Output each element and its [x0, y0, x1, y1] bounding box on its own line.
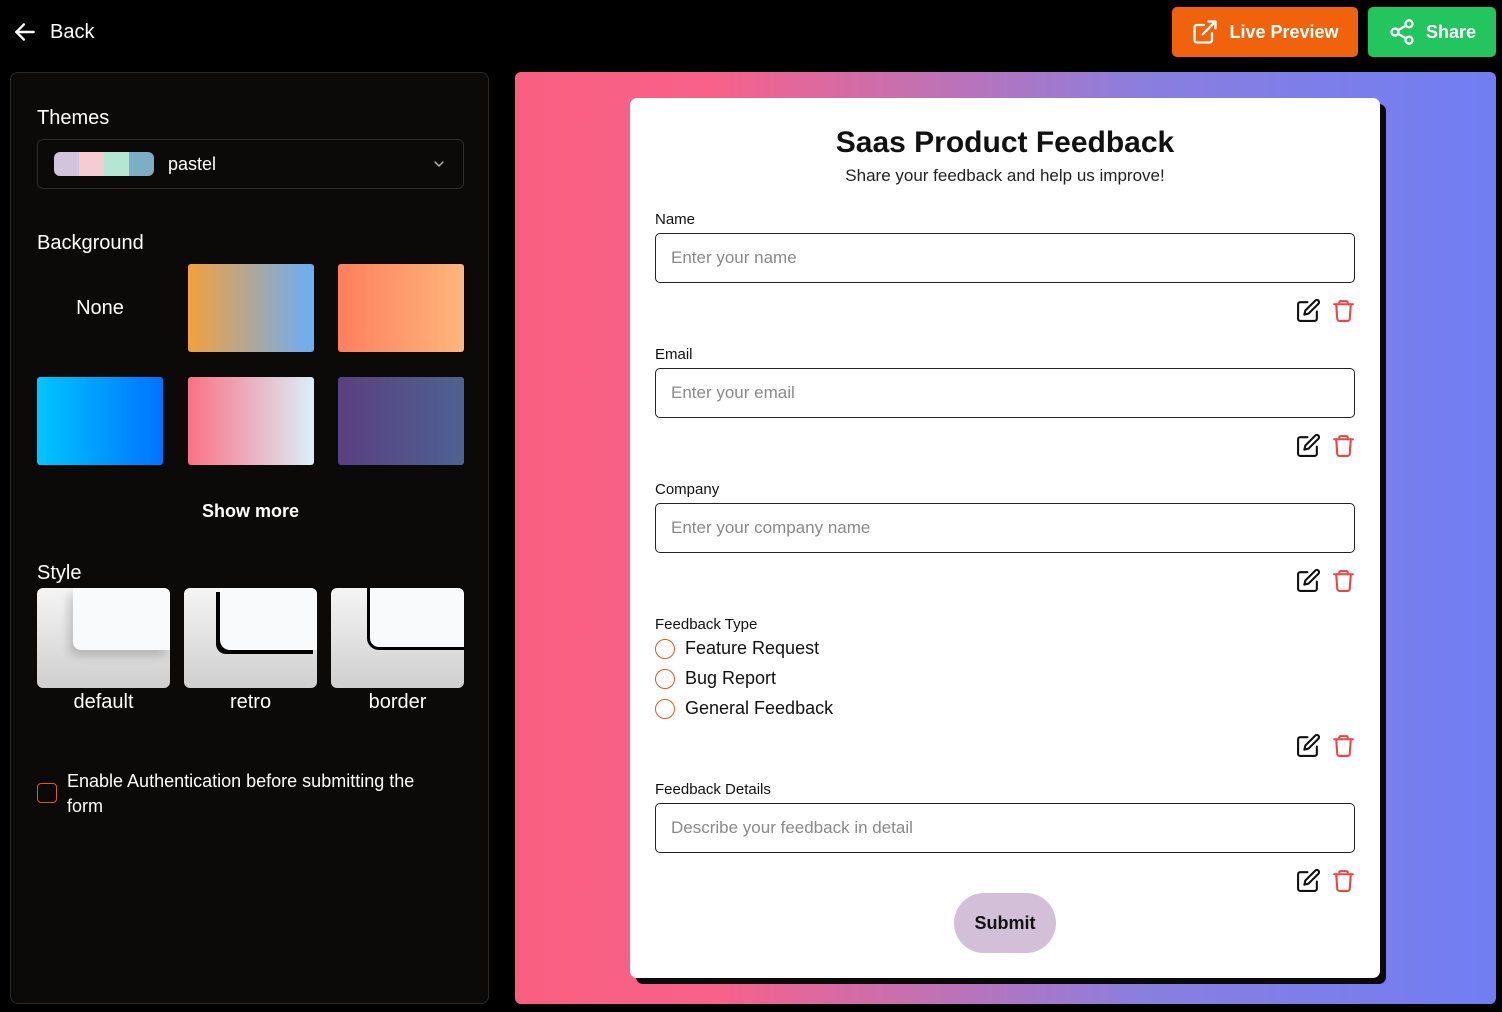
style-label-retro: retro: [229, 691, 272, 713]
back-button[interactable]: Back: [12, 16, 94, 48]
name-field-actions: [1296, 298, 1356, 323]
background-gradient-option[interactable]: [338, 377, 464, 465]
edit-icon[interactable]: [1296, 868, 1321, 893]
show-more-button[interactable]: Show more: [11, 501, 490, 522]
radio-option[interactable]: Bug Report: [655, 668, 776, 689]
radio-circle: [655, 668, 675, 689]
radio-option-label: Feature Request: [685, 638, 820, 658]
share-icon: [1390, 19, 1414, 45]
radio-option-label: Bug Report: [685, 668, 777, 688]
radio-circle: [655, 698, 675, 719]
style-preview: [73, 588, 170, 650]
style-preview: [220, 588, 317, 650]
theme-swatch: [104, 152, 129, 176]
background-none-label: None: [76, 296, 124, 319]
details-field-actions: [1296, 868, 1356, 893]
background-title: Background: [37, 232, 144, 254]
radio-option[interactable]: General Feedback: [655, 698, 833, 719]
style-option-default[interactable]: [37, 588, 170, 688]
feedback-details-label: Feedback Details: [655, 781, 771, 798]
edit-icon[interactable]: [1296, 568, 1321, 593]
form-subtitle: Share your feedback and help us improve!: [845, 166, 1165, 185]
background-gradient-option[interactable]: [338, 264, 464, 352]
radio-option-label: General Feedback: [685, 698, 834, 718]
style-label-default: default: [73, 691, 134, 713]
company-input[interactable]: [655, 503, 1355, 553]
trash-icon[interactable]: [1331, 868, 1356, 893]
feedback-type-label: Feedback Type: [655, 616, 758, 633]
background-none-option[interactable]: None: [37, 264, 163, 352]
name-input[interactable]: [655, 233, 1355, 283]
theme-swatch: [129, 152, 154, 176]
back-label: Back: [50, 20, 95, 43]
edit-icon[interactable]: [1296, 733, 1321, 758]
trash-icon[interactable]: [1331, 433, 1356, 458]
external-link-icon: [1193, 20, 1218, 44]
form-title: Saas Product Feedback: [835, 126, 1175, 159]
theme-swatches: [54, 152, 154, 176]
theme-select[interactable]: pastel: [37, 139, 464, 189]
live-preview-label: Live Preview: [1229, 21, 1339, 42]
trash-icon[interactable]: [1331, 568, 1356, 593]
company-label: Company: [655, 481, 720, 498]
background-gradient-option[interactable]: [37, 377, 163, 465]
email-label: Email: [655, 346, 693, 363]
edit-icon[interactable]: [1296, 298, 1321, 323]
name-label: Name: [655, 211, 696, 228]
theme-selected-label: pastel: [168, 153, 217, 174]
radio-circle: [655, 638, 675, 659]
background-gradient-option[interactable]: [188, 264, 314, 352]
form-preview-area: Saas Product Feedback Share your feedbac…: [515, 72, 1496, 1004]
feedback-details-input[interactable]: [655, 803, 1355, 853]
auth-checkbox[interactable]: [37, 783, 57, 803]
edit-icon[interactable]: [1296, 433, 1321, 458]
style-preview: [367, 588, 464, 650]
arrow-left-icon: [15, 23, 35, 41]
email-field-actions: [1296, 433, 1356, 458]
auth-label: Enable Authentication before submitting …: [67, 771, 415, 816]
trash-icon[interactable]: [1331, 298, 1356, 323]
submit-button[interactable]: Submit: [954, 893, 1056, 953]
radio-option[interactable]: Feature Request: [655, 638, 819, 659]
style-title: Style: [37, 562, 82, 584]
email-input[interactable]: [655, 368, 1355, 418]
form-card: Saas Product Feedback Share your feedbac…: [630, 98, 1380, 978]
trash-icon[interactable]: [1331, 733, 1356, 758]
themes-title: Themes: [37, 107, 110, 129]
style-option-retro[interactable]: [184, 588, 317, 688]
settings-panel: Themes pastel Background None Show more …: [10, 72, 489, 1004]
company-field-actions: [1296, 568, 1356, 593]
background-gradient-option[interactable]: [188, 377, 314, 465]
style-label-border: border: [368, 691, 427, 713]
chevron-down-icon: [434, 161, 444, 167]
share-button[interactable]: Share: [1368, 7, 1496, 57]
theme-swatch: [54, 152, 79, 176]
theme-swatch: [79, 152, 104, 176]
share-label: Share: [1425, 21, 1477, 42]
style-option-border[interactable]: [331, 588, 464, 688]
feedback-type-actions: [1296, 733, 1356, 758]
live-preview-button[interactable]: Live Preview: [1172, 7, 1358, 57]
